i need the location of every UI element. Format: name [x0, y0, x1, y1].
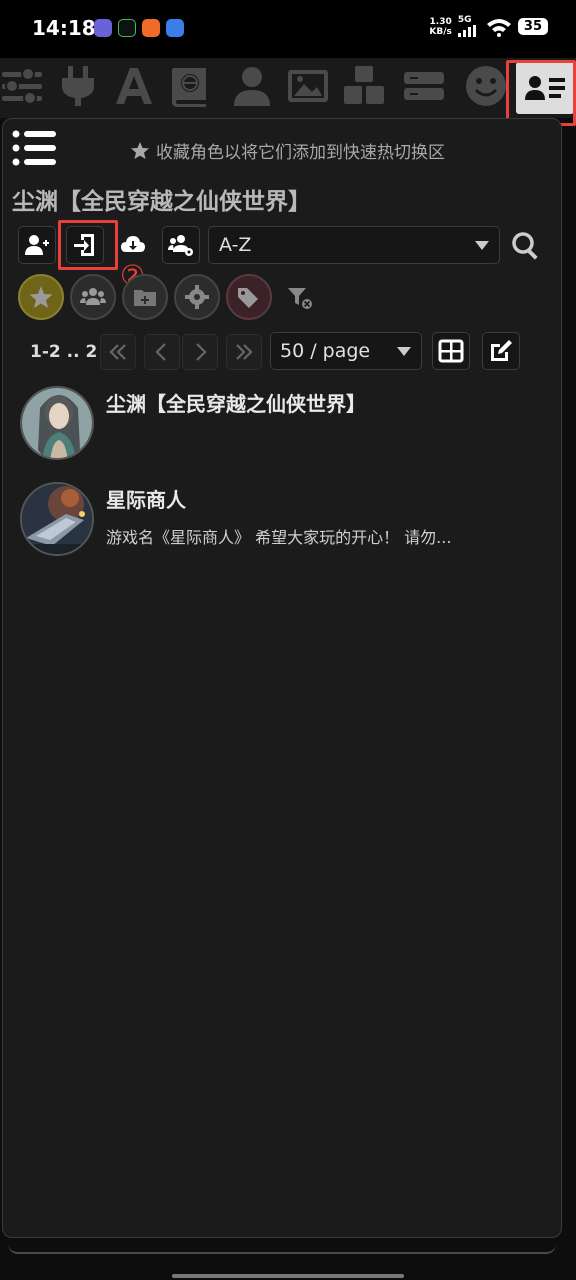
app-notification-icon — [94, 19, 112, 37]
bulk-edit-button[interactable] — [482, 332, 520, 370]
clear-filter[interactable] — [282, 280, 318, 316]
page-size-select[interactable]: 50 / page — [270, 332, 422, 370]
user-icon[interactable] — [230, 64, 274, 108]
page-size-value: 50 / page — [280, 340, 371, 362]
character-name: 星际商人 — [106, 488, 186, 512]
character-avatar — [20, 482, 94, 556]
signal-icon: 5G — [457, 15, 480, 37]
highlight-box-1 — [506, 60, 576, 126]
cloud-download-icon — [121, 236, 145, 252]
star-icon — [131, 141, 149, 159]
user-plus-icon — [25, 235, 49, 255]
server-icon[interactable] — [402, 64, 446, 108]
character-list-item[interactable]: 星际商人 游戏名《星际商人》 希望大家玩的开心！ 请勿... — [18, 480, 538, 564]
status-app-icons — [94, 19, 184, 37]
prev-page-button[interactable] — [144, 334, 180, 370]
download-cloud-button[interactable] — [114, 226, 152, 264]
groups-filter[interactable] — [70, 274, 116, 320]
status-bar: 14:18 1.30 KB/s 5G 35 — [0, 0, 576, 58]
star-icon — [29, 286, 53, 308]
battery-indicator: 35 — [517, 18, 548, 35]
users-gear-icon — [168, 235, 193, 256]
selected-character-title: 尘渊【全民穿越之仙侠世界】 — [12, 189, 311, 215]
network-type: 5G — [457, 15, 472, 25]
smiley-icon[interactable] — [464, 64, 508, 108]
grid-icon — [438, 339, 464, 363]
app-notification-icon — [142, 19, 160, 37]
edit-icon — [491, 340, 512, 361]
settings-filter[interactable] — [174, 274, 220, 320]
create-character-button[interactable] — [18, 226, 56, 264]
chevron-down-icon — [475, 241, 489, 250]
users-icon — [80, 288, 106, 305]
next-page-button[interactable] — [182, 334, 218, 370]
double-chevron-right-icon — [236, 344, 253, 360]
gear-icon — [185, 285, 209, 309]
folder-plus-icon — [134, 290, 156, 306]
character-name: 尘渊【全民穿越之仙侠世界】 — [106, 392, 366, 416]
menu-icon[interactable] — [12, 128, 58, 168]
folder-add-filter[interactable] — [122, 274, 168, 320]
home-indicator — [172, 1274, 404, 1278]
wifi-icon — [486, 18, 511, 37]
highlight-box-2 — [58, 220, 118, 270]
character-list-item[interactable]: 尘渊【全民穿越之仙侠世界】 — [18, 384, 538, 468]
tags-filter[interactable] — [226, 274, 272, 320]
sort-select[interactable]: A-Z — [208, 226, 500, 264]
grid-view-button[interactable] — [432, 332, 470, 370]
chevron-down-icon — [397, 347, 411, 356]
plug-icon[interactable] — [56, 64, 100, 108]
chevron-right-icon — [196, 343, 207, 361]
last-page-button[interactable] — [226, 334, 262, 370]
font-icon[interactable] — [112, 64, 156, 108]
book-globe-icon[interactable] — [168, 64, 212, 108]
double-chevron-left-icon — [109, 344, 126, 360]
network-speed: 1.30 KB/s — [429, 17, 451, 37]
create-group-button[interactable] — [162, 226, 200, 264]
app-notification-icon — [166, 19, 184, 37]
network-speed-unit: KB/s — [429, 26, 452, 37]
network-speed-value: 1.30 — [429, 16, 452, 27]
sliders-icon[interactable] — [0, 64, 44, 108]
character-description: 游戏名《星际商人》 希望大家玩的开心！ 请勿... — [106, 528, 452, 547]
character-avatar — [20, 386, 94, 460]
filter-clear-icon — [288, 288, 312, 309]
first-page-button[interactable] — [100, 334, 136, 370]
cubes-icon[interactable] — [342, 64, 386, 108]
search-icon[interactable] — [510, 230, 542, 262]
favorites-hint: 收藏角色以将它们添加到快速热切换区 — [130, 138, 445, 163]
app-notification-icon — [118, 19, 136, 37]
tags-icon — [238, 288, 258, 308]
favorites-filter[interactable] — [18, 274, 64, 320]
status-time: 14:18 — [32, 16, 96, 40]
pagination-range: 1-2 .. 2 — [30, 342, 98, 362]
favorites-hint-text: 收藏角色以将它们添加到快速热切换区 — [156, 143, 445, 163]
panel-bottom-edge — [8, 1232, 556, 1254]
chevron-left-icon — [155, 343, 166, 361]
sort-selected: A-Z — [219, 234, 252, 256]
image-icon[interactable] — [286, 64, 330, 108]
